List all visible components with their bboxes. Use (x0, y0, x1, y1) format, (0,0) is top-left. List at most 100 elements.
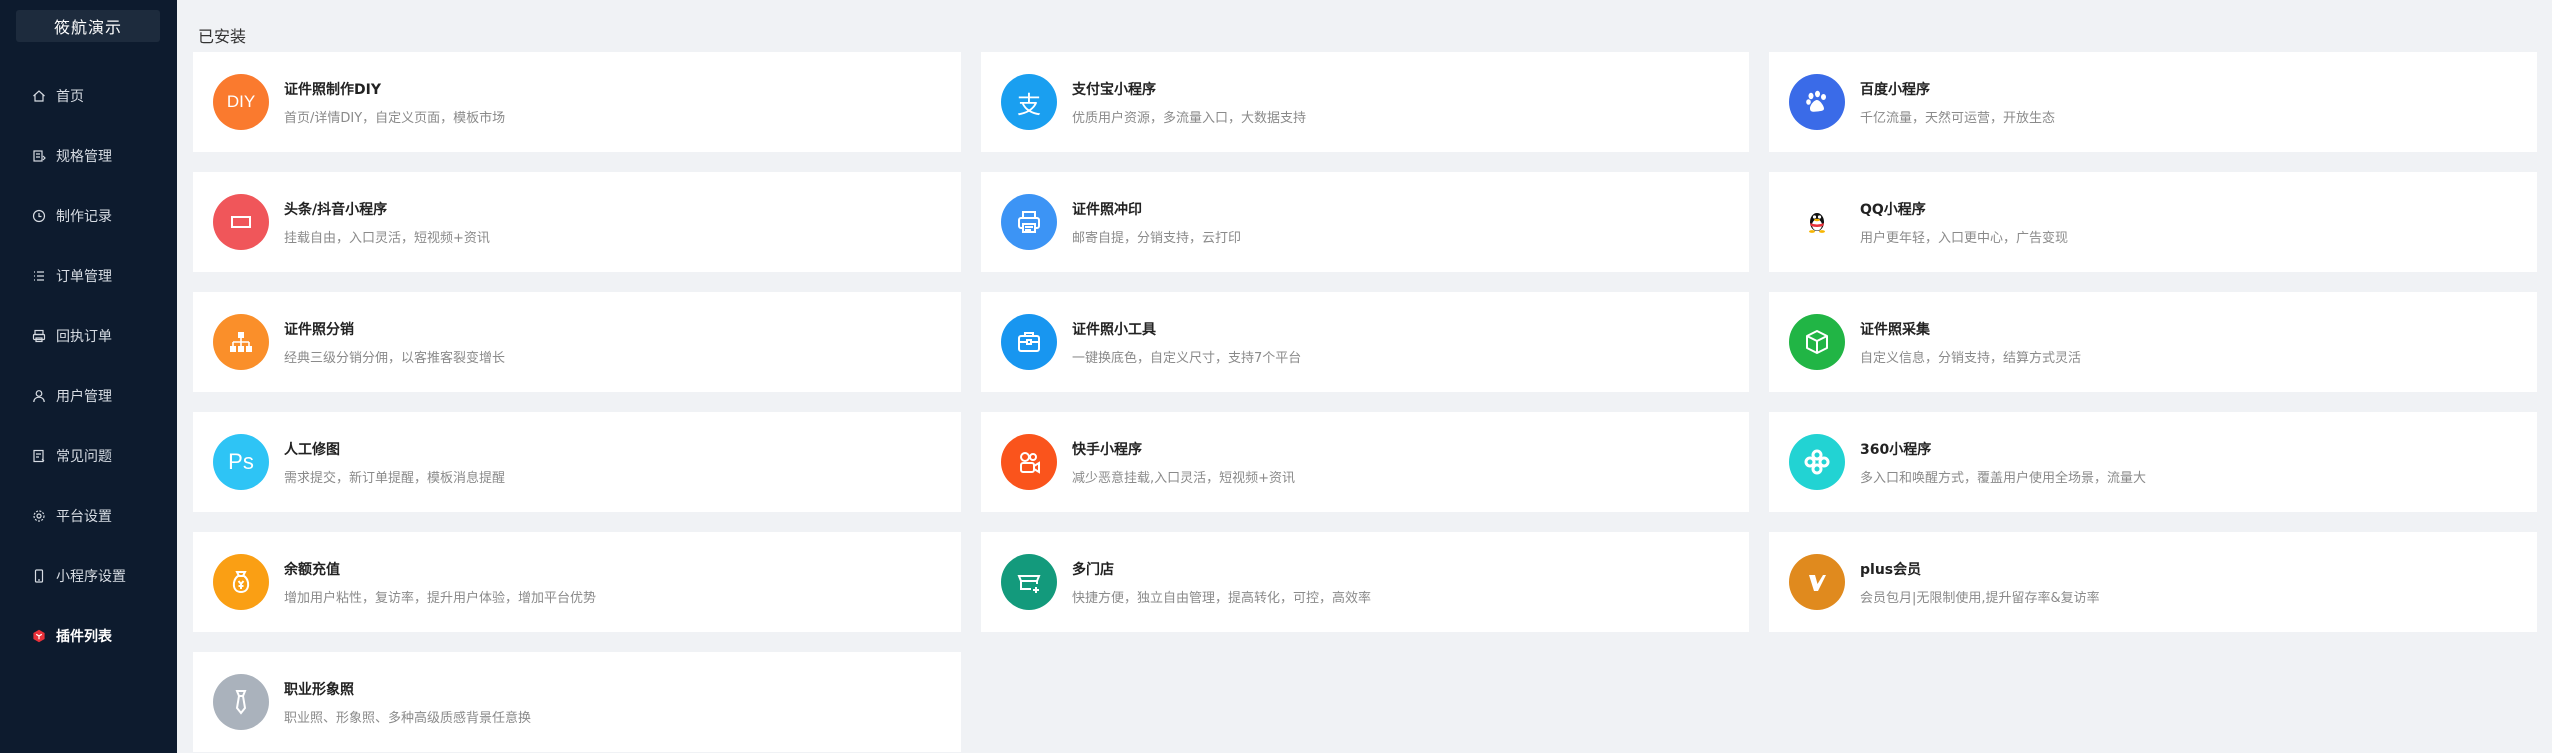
plugin-card-baidu[interactable]: 百度小程序 千亿流量，天然可运营，开放生态 (1769, 52, 2537, 152)
plugin-desc: 增加用户粘性，复访率，提升用户体验，增加平台优势 (284, 590, 597, 606)
vip-icon (1789, 554, 1845, 610)
plugin-name: 余额充值 (284, 561, 340, 578)
money-bag-icon (213, 554, 269, 610)
sidebar-item-label: 平台设置 (56, 509, 112, 525)
sidebar-item-label: 常见问题 (56, 449, 112, 465)
distribution-icon (213, 314, 269, 370)
sidebar-item-label: 回执订单 (56, 329, 112, 345)
sidebar-item-receipts[interactable]: 回执订单 (0, 306, 177, 366)
order-list-icon (32, 269, 46, 283)
plugin-name: 证件照分销 (284, 321, 354, 338)
plugin-card-retouch[interactable]: Ps 人工修图 需求提交，新订单提醒，模板消息提醒 (193, 412, 961, 512)
plugin-name: 人工修图 (284, 441, 340, 458)
plugin-desc: 需求提交，新订单提醒，模板消息提醒 (284, 470, 506, 486)
sidebar-item-faq[interactable]: 常见问题 (0, 426, 177, 486)
plugin-card-plus[interactable]: plus会员 会员包月|无限制使用,提升留存率&复访率 (1769, 532, 2537, 632)
plugin-card-print[interactable]: 证件照冲印 邮寄自提，分销支持，云打印 (981, 172, 1749, 272)
multi-store-icon (1001, 554, 1057, 610)
main-content: 已安装 DIY 证件照制作DIY 首页/详情DIY，自定义页面，模板市场 支 支… (177, 0, 2552, 753)
sidebar-item-platform-settings[interactable]: 平台设置 (0, 486, 177, 546)
spec-icon (32, 149, 46, 163)
plugin-name: 360小程序 (1860, 441, 1932, 458)
section-title: 已安装 (198, 27, 247, 46)
sidebar-item-records[interactable]: 制作记录 (0, 186, 177, 246)
ps-icon: Ps (213, 434, 269, 490)
plugin-card-recharge[interactable]: 余额充值 增加用户粘性，复访率，提升用户体验，增加平台优势 (193, 532, 961, 632)
faq-icon (32, 449, 46, 463)
sidebar-item-label: 插件列表 (56, 629, 112, 645)
sidebar-item-plugins[interactable]: 插件列表 (0, 606, 177, 666)
plugin-desc: 千亿流量，天然可运营，开放生态 (1860, 110, 2056, 126)
plugin-desc: 会员包月|无限制使用,提升留存率&复访率 (1860, 590, 2100, 606)
sidebar-item-label: 订单管理 (56, 269, 112, 285)
sidebar-menu: 首页 规格管理 制作记录 订单管理 回执订单 用户管理 常见问题 平台设置 小程… (0, 66, 177, 666)
plugin-name: QQ小程序 (1860, 201, 1926, 218)
plugin-name: 快手小程序 (1072, 441, 1142, 458)
plugin-icon (32, 629, 46, 643)
plugin-desc: 快捷方便，独立自由管理，提高转化，可控，高效率 (1072, 590, 1372, 606)
gear-icon (32, 509, 46, 523)
qq-penguin-icon (1789, 194, 1845, 250)
plugin-desc: 首页/详情DIY，自定义页面，模板市场 (284, 110, 506, 126)
sidebar-item-miniapp-settings[interactable]: 小程序设置 (0, 546, 177, 606)
sidebar-item-orders[interactable]: 订单管理 (0, 246, 177, 306)
plugin-name: 百度小程序 (1860, 81, 1930, 98)
sidebar: 筱航演示 首页 规格管理 制作记录 订单管理 回执订单 用户管理 常见问题 平台… (0, 0, 177, 753)
plugin-card-kuaishou[interactable]: 快手小程序 减少恶意挂载,入口灵活，短视频+资讯 (981, 412, 1749, 512)
plugin-name: 职业形象照 (284, 681, 354, 698)
kuaishou-icon (1001, 434, 1057, 490)
sidebar-item-label: 用户管理 (56, 389, 112, 405)
plugin-desc: 邮寄自提，分销支持，云打印 (1072, 230, 1242, 246)
toutiao-icon (213, 194, 269, 250)
plugin-name: 证件照冲印 (1072, 201, 1142, 218)
plugin-desc: 自定义信息，分销支持，结算方式灵活 (1860, 350, 2082, 366)
brand-logo[interactable]: 筱航演示 (16, 10, 160, 42)
plugin-card-distribution[interactable]: 证件照分销 经典三级分销分佣，以客推客裂变增长 (193, 292, 961, 392)
sidebar-item-label: 规格管理 (56, 149, 112, 165)
diy-icon: DIY (213, 74, 269, 130)
plugin-desc: 职业照、形象照、多种高级质感背景任意换 (284, 710, 532, 726)
sidebar-item-users[interactable]: 用户管理 (0, 366, 177, 426)
clock-icon (32, 209, 46, 223)
phone-icon (32, 569, 46, 583)
plugin-card-diy[interactable]: DIY 证件照制作DIY 首页/详情DIY，自定义页面，模板市场 (193, 52, 961, 152)
plugin-card-360[interactable]: 360小程序 多入口和唤醒方式，覆盖用户使用全场景，流量大 (1769, 412, 2537, 512)
plugin-grid: DIY 证件照制作DIY 首页/详情DIY，自定义页面，模板市场 支 支付宝小程… (193, 52, 2537, 752)
baidu-paw-icon (1789, 74, 1845, 130)
plugin-desc: 用户更年轻，入口更中心，广告变现 (1860, 230, 2069, 246)
toolbox-icon (1001, 314, 1057, 370)
plugin-card-toutiao[interactable]: 头条/抖音小程序 挂载自由，入口灵活，短视频+资讯 (193, 172, 961, 272)
sidebar-item-home[interactable]: 首页 (0, 66, 177, 126)
plugin-name: 支付宝小程序 (1072, 81, 1156, 98)
plugin-name: 头条/抖音小程序 (284, 201, 388, 218)
sidebar-item-label: 制作记录 (56, 209, 112, 225)
plugin-desc: 优质用户资源，多流量入口，大数据支持 (1072, 110, 1307, 126)
printer-icon (1001, 194, 1057, 250)
sidebar-item-spec[interactable]: 规格管理 (0, 126, 177, 186)
sidebar-item-label: 首页 (56, 89, 84, 105)
sidebar-item-label: 小程序设置 (56, 569, 126, 585)
plugin-card-alipay[interactable]: 支 支付宝小程序 优质用户资源，多流量入口，大数据支持 (981, 52, 1749, 152)
plugin-card-collect[interactable]: 证件照采集 自定义信息，分销支持，结算方式灵活 (1769, 292, 2537, 392)
plugin-card-multistore[interactable]: 多门店 快捷方便，独立自由管理，提高转化，可控，高效率 (981, 532, 1749, 632)
user-icon (32, 389, 46, 403)
plugin-name: 多门店 (1072, 561, 1114, 578)
plugin-card-qq[interactable]: QQ小程序 用户更年轻，入口更中心，广告变现 (1769, 172, 2537, 272)
plugin-desc: 减少恶意挂载,入口灵活，短视频+资讯 (1072, 470, 1296, 486)
plugin-name: 证件照小工具 (1072, 321, 1156, 338)
360-icon (1789, 434, 1845, 490)
tie-icon (213, 674, 269, 730)
plugin-desc: 经典三级分销分佣，以客推客裂变增长 (284, 350, 506, 366)
plugin-card-portrait[interactable]: 职业形象照 职业照、形象照、多种高级质感背景任意换 (193, 652, 961, 752)
plugin-desc: 挂载自由，入口灵活，短视频+资讯 (284, 230, 490, 246)
home-icon (32, 89, 46, 103)
plugin-desc: 多入口和唤醒方式，覆盖用户使用全场景，流量大 (1860, 470, 2147, 486)
plugin-card-tools[interactable]: 证件照小工具 一键换底色，自定义尺寸，支持7个平台 (981, 292, 1749, 392)
box-icon (1789, 314, 1845, 370)
plugin-desc: 一键换底色，自定义尺寸，支持7个平台 (1072, 350, 1302, 366)
plugin-name: 证件照制作DIY (284, 81, 381, 98)
receipt-icon (32, 329, 46, 343)
plugin-name: plus会员 (1860, 561, 1922, 578)
alipay-icon: 支 (1001, 74, 1057, 130)
plugin-name: 证件照采集 (1860, 321, 1930, 338)
